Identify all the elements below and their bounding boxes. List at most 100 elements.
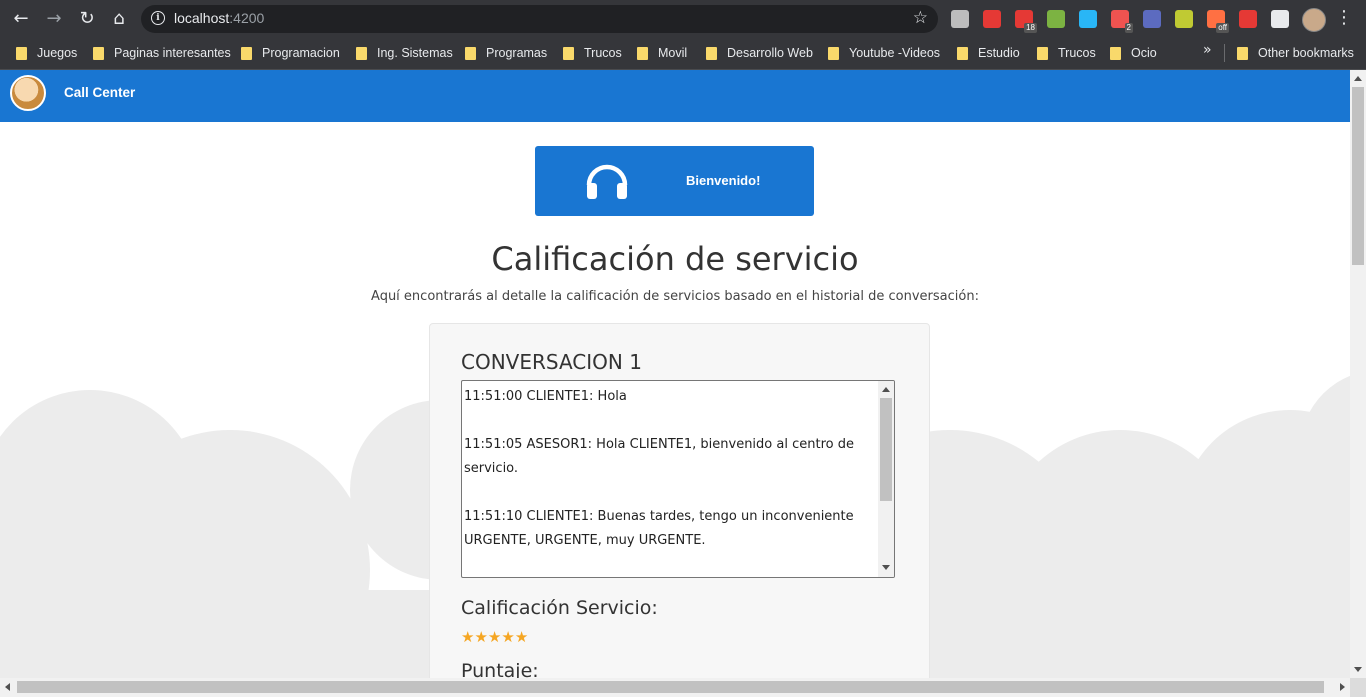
camera-icon[interactable] bbox=[951, 10, 969, 28]
bookmark-star-icon[interactable]: ☆ bbox=[913, 8, 928, 28]
color-ring-icon[interactable] bbox=[1047, 10, 1065, 28]
page-horizontal-scrollbar[interactable] bbox=[0, 678, 1350, 697]
folder-icon bbox=[93, 46, 104, 60]
bookmark-label: Other bookmarks bbox=[1258, 46, 1354, 60]
browser-menu-icon[interactable]: ⋮ bbox=[1335, 7, 1353, 29]
folder-icon bbox=[637, 46, 648, 60]
scrollbar-thumb[interactable] bbox=[17, 681, 1324, 693]
bookmark-estudio[interactable]: Estudio bbox=[957, 43, 1020, 63]
scroll-down-arrow-icon[interactable] bbox=[1354, 667, 1362, 672]
headset-icon bbox=[586, 164, 628, 199]
bookmark-trucos-2[interactable]: Trucos bbox=[1037, 43, 1096, 63]
bookmark-label: Programacion bbox=[262, 46, 340, 60]
home-icon[interactable]: ⌂ bbox=[108, 8, 130, 30]
rating-label: Calificación Servicio: bbox=[461, 597, 658, 619]
bookmark-label: Trucos bbox=[1058, 46, 1096, 60]
transcript-text: 11:51:00 CLIENTE1: Hola 11:51:05 ASESOR1… bbox=[464, 385, 874, 577]
folder-icon bbox=[465, 46, 476, 60]
bookmark-label: Paginas interesantes bbox=[114, 46, 231, 60]
bookmark-label: Estudio bbox=[978, 46, 1020, 60]
bookmark-movil[interactable]: Movil bbox=[637, 43, 687, 63]
bookmark-label: Ing. Sistemas bbox=[377, 46, 453, 60]
url-port: :4200 bbox=[229, 10, 265, 26]
tag-icon[interactable]: 2 bbox=[1111, 10, 1133, 33]
leaf-icon[interactable] bbox=[1175, 10, 1193, 28]
folder-icon bbox=[706, 46, 717, 60]
screen-capture-icon[interactable] bbox=[1079, 10, 1097, 28]
fast-forward-icon[interactable] bbox=[1239, 10, 1257, 28]
page-title: Calificación de servicio bbox=[491, 240, 859, 278]
welcome-banner: Bienvenido! bbox=[535, 146, 814, 216]
star-rating: ★ ★ ★ ★ ★ bbox=[461, 630, 528, 645]
transcript-line: 11:51:10 CLIENTE1: Buenas tardes, tengo … bbox=[464, 509, 854, 548]
bookmark-juegos[interactable]: Juegos bbox=[16, 43, 77, 63]
bookmark-other[interactable]: Other bookmarks bbox=[1237, 43, 1354, 63]
scrollbar-corner bbox=[1350, 678, 1366, 697]
star-icon: ★ bbox=[487, 628, 502, 646]
folder-icon bbox=[1237, 46, 1248, 60]
page-viewport: Call Center Bienvenido! Calificación de … bbox=[0, 70, 1350, 678]
address-bar[interactable]: i localhost:4200 ☆ bbox=[141, 5, 938, 33]
bookmark-paginas-interesantes[interactable]: Paginas interesantes bbox=[93, 43, 231, 63]
scroll-down-arrow-icon[interactable] bbox=[882, 565, 890, 570]
agent-logo[interactable] bbox=[10, 75, 46, 111]
reload-icon[interactable]: ↻ bbox=[76, 8, 98, 30]
page-vertical-scrollbar[interactable] bbox=[1350, 70, 1366, 678]
bookmark-desarrollo-web[interactable]: Desarrollo Web bbox=[706, 43, 813, 63]
scrollbar-thumb[interactable] bbox=[1352, 87, 1364, 265]
bookmark-youtube-videos[interactable]: Youtube -Videos bbox=[828, 43, 940, 63]
page-subtitle: Aquí encontrarás al detalle la calificac… bbox=[371, 289, 979, 304]
bookmark-ocio[interactable]: Ocio bbox=[1110, 43, 1157, 63]
transcript-scrollbar[interactable] bbox=[878, 381, 894, 577]
address-url[interactable]: localhost:4200 bbox=[174, 10, 264, 26]
folder-icon bbox=[241, 46, 252, 60]
star-icon: ★ bbox=[474, 628, 488, 646]
bookmark-programacion[interactable]: Programacion bbox=[241, 43, 340, 63]
bookmark-label: Ocio bbox=[1131, 46, 1157, 60]
bookmarks-overflow-button[interactable]: » bbox=[1203, 42, 1212, 58]
bookmark-label: Movil bbox=[658, 46, 688, 60]
conversation-card: CONVERSACION 1 11:51:00 CLIENTE1: Hola 1… bbox=[429, 323, 930, 678]
app-title[interactable]: Call Center bbox=[64, 85, 135, 100]
conversation-transcript[interactable]: 11:51:00 CLIENTE1: Hola 11:51:05 ASESOR1… bbox=[461, 380, 895, 578]
calendar-icon[interactable]: 18 bbox=[1015, 10, 1037, 33]
keyboard-icon[interactable] bbox=[1143, 10, 1161, 28]
cam-off-icon[interactable]: off bbox=[1207, 10, 1229, 33]
conversation-title: CONVERSACION 1 bbox=[461, 350, 642, 374]
bookmark-label: Youtube -Videos bbox=[849, 46, 941, 60]
folder-icon bbox=[563, 46, 574, 60]
folder-icon bbox=[16, 46, 27, 60]
bookmark-label: Desarrollo Web bbox=[727, 46, 813, 60]
score-label: Puntaje: bbox=[461, 660, 539, 678]
url-host: localhost bbox=[174, 10, 230, 26]
browser-toolbar: ← → ↻ ⌂ i localhost:4200 ☆ 18 2 off ⋮ bbox=[0, 0, 1366, 38]
scroll-right-arrow-icon[interactable] bbox=[1340, 683, 1345, 691]
folder-icon bbox=[1110, 46, 1121, 60]
profile-avatar[interactable] bbox=[1302, 8, 1326, 32]
bookmark-trucos[interactable]: Trucos bbox=[563, 43, 622, 63]
extension-badge: 2 bbox=[1124, 23, 1133, 33]
scroll-up-arrow-icon[interactable] bbox=[882, 387, 890, 392]
app-header: Call Center bbox=[0, 70, 1350, 122]
bookmarks-separator bbox=[1224, 44, 1225, 62]
star-icon: ★ bbox=[461, 628, 475, 646]
forward-arrow-icon[interactable]: → bbox=[43, 8, 65, 30]
bookmark-label: Juegos bbox=[37, 46, 78, 60]
back-arrow-icon[interactable]: ← bbox=[10, 8, 32, 30]
bookmarks-bar: Juegos Paginas interesantes Programacion… bbox=[0, 38, 1366, 70]
site-info-icon[interactable]: i bbox=[151, 11, 165, 25]
welcome-text: Bienvenido! bbox=[686, 173, 761, 188]
stop-hand-icon[interactable] bbox=[983, 10, 1001, 28]
bookmark-ing-sistemas[interactable]: Ing. Sistemas bbox=[356, 43, 453, 63]
bookmark-label: Programas bbox=[486, 46, 548, 60]
puzzle-icon[interactable] bbox=[1271, 10, 1289, 28]
bookmark-programas[interactable]: Programas bbox=[465, 43, 547, 63]
folder-icon bbox=[356, 46, 367, 60]
scroll-left-arrow-icon[interactable] bbox=[5, 683, 10, 691]
folder-icon bbox=[957, 46, 968, 60]
scrollbar-thumb[interactable] bbox=[880, 398, 892, 501]
folder-icon bbox=[1037, 46, 1048, 60]
transcript-line: 11:51:00 CLIENTE1: Hola bbox=[464, 389, 627, 404]
scroll-up-arrow-icon[interactable] bbox=[1354, 76, 1362, 81]
extension-badge: 18 bbox=[1024, 23, 1037, 33]
